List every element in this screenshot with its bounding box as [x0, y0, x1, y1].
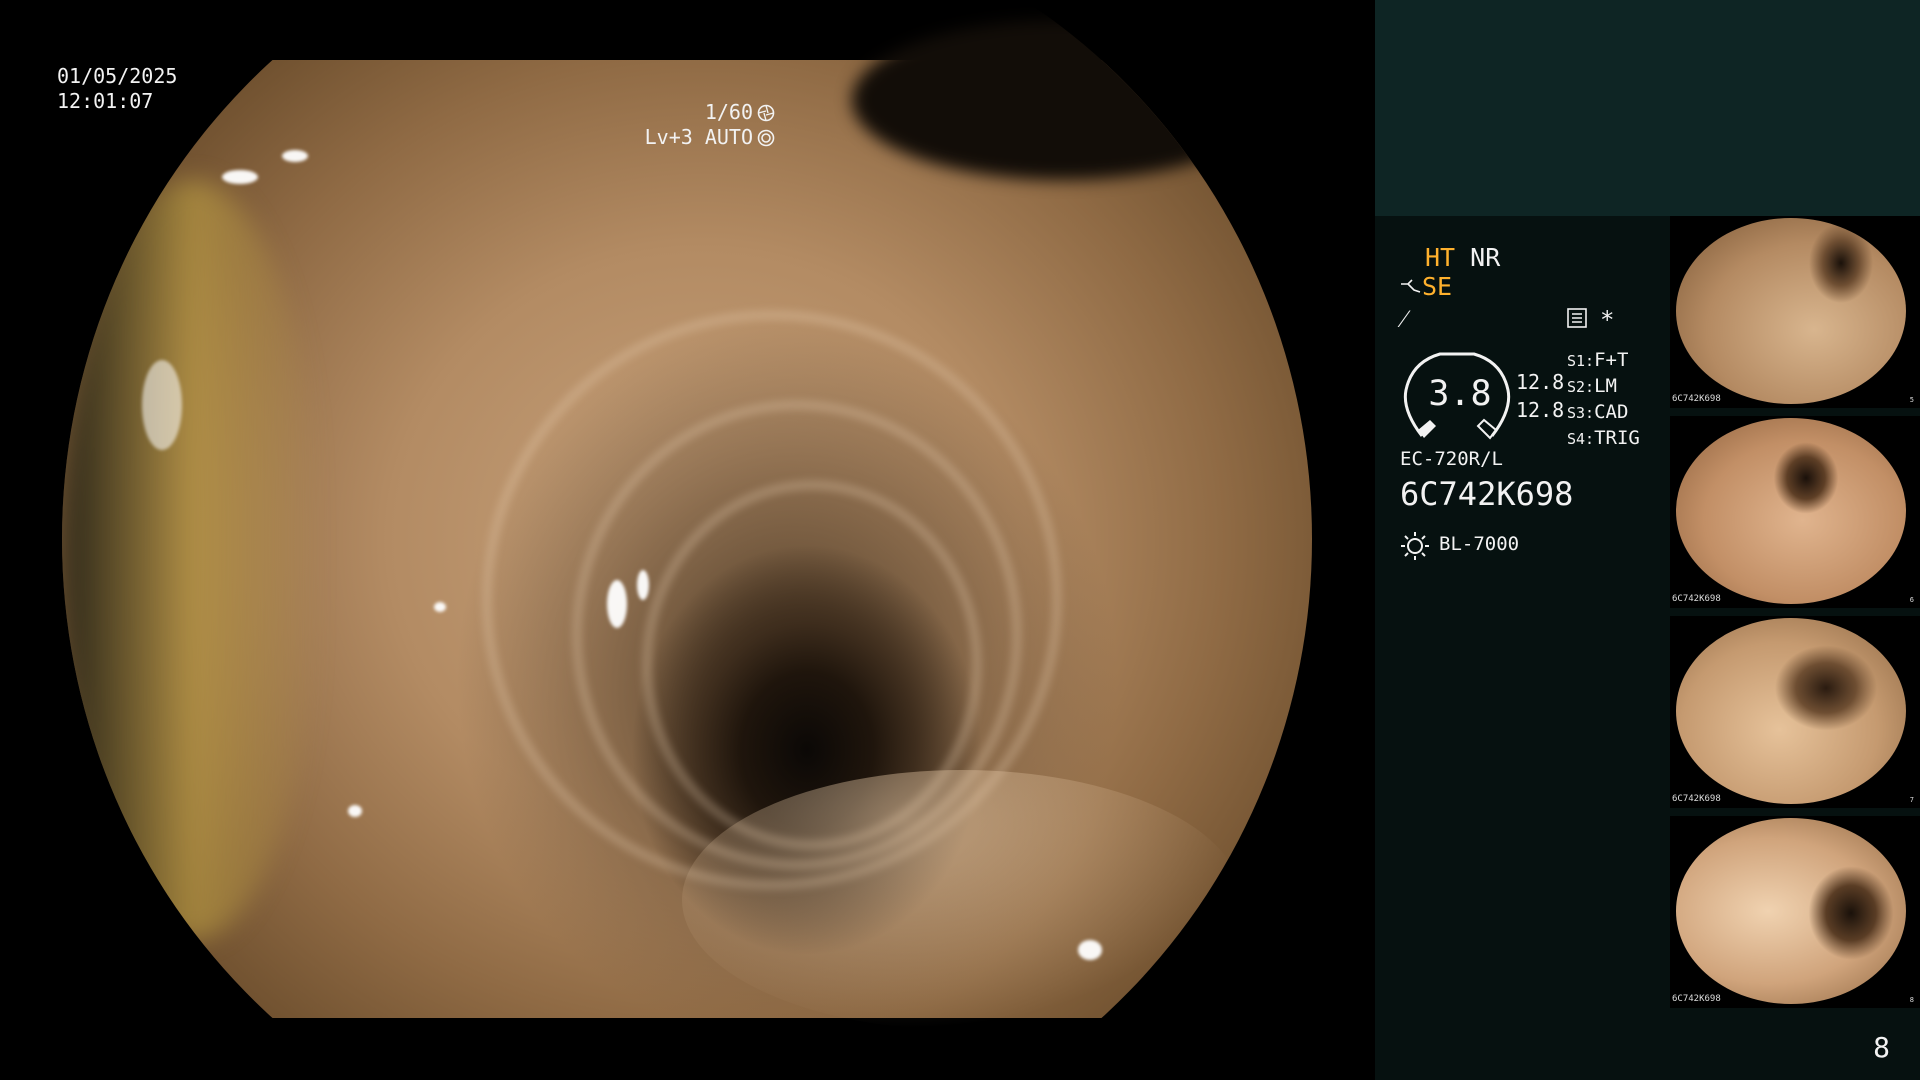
thumbnail[interactable]: 6C742K698 7 [1670, 616, 1920, 808]
mucosal-fold-lower [682, 770, 1242, 1030]
enhance-icon [1401, 279, 1421, 293]
shutter-text: 1/60 [704, 100, 753, 124]
memory-icon [1567, 308, 1587, 328]
side-panel-header [1375, 0, 1920, 216]
thumbnail[interactable]: 6C742K698 5 [1670, 216, 1920, 408]
light-source-name: BL-7000 [1439, 533, 1520, 555]
light-source-icon [1401, 532, 1429, 560]
thumbnail[interactable]: 6C742K698 6 [1670, 416, 1920, 608]
switch-item: S4:TRIG [1567, 427, 1640, 449]
light-glint [348, 805, 362, 817]
thumbnail-label: 6C742K698 [1672, 794, 1721, 804]
thumbnail-label: 6C742K698 [1672, 994, 1721, 1004]
exposure-display: 1/60 Lv+3 AUTO [645, 100, 775, 150]
f-symbol-icon: ⁄ [1402, 304, 1407, 333]
thumbnail-image [1676, 218, 1906, 404]
value-b: 12.8 [1516, 398, 1565, 422]
endoscopic-image [62, 20, 1312, 1030]
nr-indicator: NR [1470, 243, 1501, 272]
thumbnail-image [1676, 818, 1906, 1004]
thumbnail-strip: 6C742K698 5 6C742K698 6 6C742K698 7 6C74… [1670, 216, 1920, 1016]
thumbnail-image [1676, 418, 1906, 604]
switch-item: S3:CAD [1567, 401, 1629, 423]
light-glint [222, 170, 258, 184]
shutter-icon [757, 104, 775, 122]
thumbnail-index: 8 [1909, 996, 1914, 1004]
switch-item: S1:F+T [1567, 349, 1629, 371]
gauge-value: 3.8 [1428, 374, 1492, 414]
light-glint [282, 150, 308, 162]
main-video-view: 01/05/2025 12:01:07 1/60 Lv+3 AUTO [0, 0, 1375, 1080]
thumbnail[interactable]: 6C742K698 8 [1670, 816, 1920, 1008]
date-text: 01/05/2025 [57, 64, 178, 88]
page-number: 8 [1873, 1031, 1890, 1064]
instrument-reflection [62, 180, 322, 940]
switch-item: S2:LM [1567, 375, 1617, 397]
scope-serial: 6C742K698 [1400, 475, 1574, 513]
thumbnail-label: 6C742K698 [1672, 394, 1721, 404]
date-time-display: 01/05/2025 12:01:07 [57, 64, 177, 114]
thumbnail-index: 7 [1909, 796, 1914, 804]
value-a: 12.8 [1516, 370, 1565, 394]
f-row: ⁄ [1402, 304, 1406, 334]
switch-assignments: S1:F+T S2:LM S3:CAD S4:TRIG [1567, 348, 1640, 452]
thumbnail-image [1676, 618, 1906, 804]
star-indicator: * [1600, 306, 1615, 334]
light-glint [1078, 940, 1102, 960]
light-glint [607, 580, 627, 628]
iris-icon [757, 129, 775, 147]
thumbnail-label: 6C742K698 [1672, 594, 1721, 604]
light-glint [637, 570, 649, 600]
ht-indicator: HT [1425, 243, 1456, 272]
light-glint [434, 602, 446, 612]
image-mode-row: HT NR [1425, 243, 1500, 272]
se-indicator: SE [1422, 272, 1453, 301]
time-text: 12:01:07 [57, 89, 154, 113]
scope-model: EC-720R/L [1400, 448, 1503, 470]
thumbnail-index: 5 [1909, 396, 1914, 404]
thumbnail-index: 6 [1909, 596, 1914, 604]
lumen-shadow-top [852, 20, 1272, 180]
se-row: SE [1400, 272, 1452, 301]
light-glint [142, 360, 182, 450]
level-text: Lv+3 AUTO [644, 125, 753, 149]
